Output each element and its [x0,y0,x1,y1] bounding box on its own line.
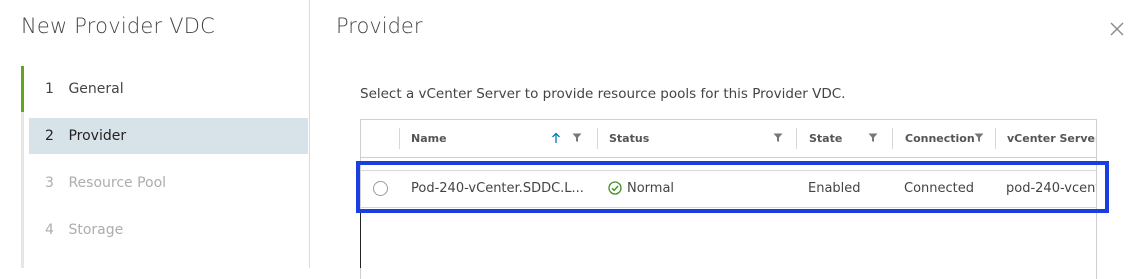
table-row[interactable]: Pod-240-vCenter.SDDC.L... Normal Enabled… [361,170,1097,208]
cell-vcenter-host: pod-240-vcent [1006,181,1097,196]
row-select-radio[interactable] [373,181,388,196]
filter-icon[interactable] [974,133,984,143]
vcenter-datagrid: Name Status State Connection vCenter Ser… [360,119,1097,279]
column-separator [892,128,893,149]
step-label: Storage [68,222,124,238]
status-label: Normal [627,181,675,196]
sort-ascending-icon[interactable] [551,132,561,144]
step-general[interactable]: 1 General [29,71,308,107]
column-header-vcenter-host[interactable]: vCenter Server H [997,120,1097,157]
column-header-status[interactable]: Status [599,120,796,157]
step-label: General [68,81,124,97]
step-label: Resource Pool [68,175,167,191]
column-header-state[interactable]: State [799,120,894,157]
column-header-name[interactable]: Name [401,120,596,157]
wizard-title: New Provider VDC [21,14,216,38]
column-label: vCenter Server H [1007,132,1097,145]
cell-status: Normal [608,171,793,207]
column-separator [399,128,400,149]
column-separator [995,128,996,149]
step-number: 2 [45,128,54,144]
column-label: Connection [905,132,975,145]
cell-name: Pod-240-vCenter.SDDC.L... [411,181,584,196]
filter-icon[interactable] [868,133,878,143]
close-icon[interactable] [1108,20,1126,38]
grid-header: Name Status State Connection vCenter Ser… [361,120,1097,158]
step-number: 4 [45,222,54,238]
column-label: Name [411,132,447,145]
step-progress-rail [21,66,24,112]
column-separator [796,128,797,149]
filter-icon[interactable] [572,133,582,143]
step-provider[interactable]: 2 Provider [29,118,308,154]
step-storage: 4 Storage [29,212,308,248]
step-label: Provider [68,128,127,144]
column-separator [597,128,598,149]
step-number: 1 [45,81,54,97]
step-rail-remaining [21,112,24,268]
instruction-text: Select a vCenter Server to provide resou… [360,86,846,102]
column-label: State [809,132,843,145]
wizard-nav: New Provider VDC 1 General 2 Provider 3 … [0,0,310,268]
page-title: Provider [336,14,423,38]
column-label: Status [609,132,650,145]
grid-left-border [360,210,361,268]
step-resource-pool: 3 Resource Pool [29,165,308,201]
check-circle-icon [608,180,622,195]
cell-connection: Connected [904,181,975,196]
filter-icon[interactable] [773,133,783,143]
step-number: 3 [45,175,54,191]
cell-state: Enabled [808,181,861,196]
